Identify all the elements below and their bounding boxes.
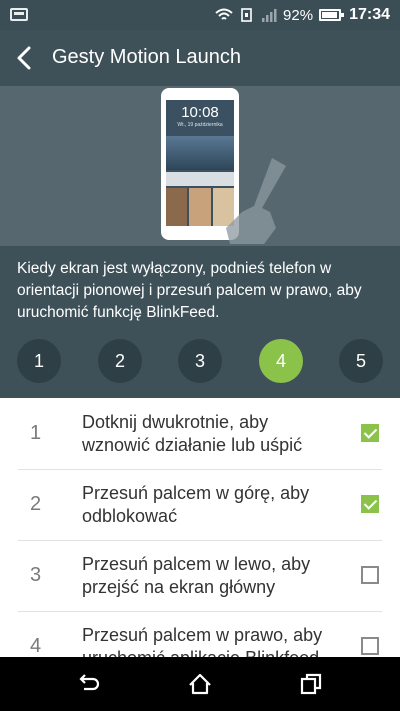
app-header: Gesty Motion Launch <box>0 30 400 86</box>
status-bar-right: 92% 17:34 <box>215 0 390 30</box>
recent-apps-icon[interactable] <box>298 671 324 697</box>
gesture-row[interactable]: 1 Dotknij dwukrotnie, aby wznowić działan… <box>18 398 382 470</box>
wifi-icon <box>215 8 233 20</box>
gesture-row[interactable]: 4 Przesuń palcem w prawo, aby uruchomić a… <box>18 611 382 657</box>
status-time: 17:34 <box>349 6 390 23</box>
instructions-text: Kiedy ekran jest wyłączony, podnieś tele… <box>17 260 362 321</box>
finger-hand-icon <box>226 158 286 244</box>
screenshot-icon <box>10 8 28 21</box>
sim-icon <box>241 8 252 22</box>
back-nav-icon[interactable] <box>76 671 102 697</box>
gesture-label: Dotknij dwukrotnie, aby wznowić działani… <box>82 412 303 455</box>
gesture-checkbox[interactable] <box>361 424 379 442</box>
navigation-bar <box>0 657 400 711</box>
step-button-4[interactable]: 4 <box>259 339 303 383</box>
step-button-2[interactable]: 2 <box>98 339 142 383</box>
gesture-label: Przesuń palcem w lewo, aby przejść na ek… <box>82 554 311 597</box>
battery-percent: 92% <box>283 6 314 24</box>
gesture-checkbox[interactable] <box>361 637 379 655</box>
gesture-list: 1 Dotknij dwukrotnie, aby wznowić działan… <box>0 398 400 657</box>
illustration-clock: 10:08 <box>181 104 219 121</box>
status-bar: 92% 17:34 <box>0 0 400 30</box>
step-button-3[interactable]: 3 <box>178 339 222 383</box>
gesture-row[interactable]: 2 Przesuń palcem w górę, aby odblokować <box>18 469 382 541</box>
battery-fill <box>322 12 338 18</box>
battery-icon <box>319 9 345 21</box>
gesture-label: Przesuń palcem w górę, aby odblokować <box>82 483 310 526</box>
step-button-1[interactable]: 1 <box>17 339 61 383</box>
gesture-row[interactable]: 3 Przesuń palcem w lewo, aby przejść na e… <box>18 540 382 612</box>
gesture-number: 4 <box>30 635 42 657</box>
gesture-number: 3 <box>30 564 42 586</box>
illustration-date: Wt., 19 października <box>177 122 223 128</box>
signal-icon <box>262 9 277 22</box>
page-title: Gesty Motion Launch <box>52 46 241 68</box>
gesture-checkbox[interactable] <box>361 495 379 513</box>
gesture-number: 1 <box>30 422 42 444</box>
gesture-label: Przesuń palcem w prawo, aby uruchomić ap… <box>82 625 323 657</box>
gesture-number: 2 <box>30 493 42 515</box>
gesture-illustration: 10:08 Wt., 19 października <box>0 86 400 246</box>
step-button-5[interactable]: 5 <box>339 339 383 383</box>
gesture-checkbox[interactable] <box>361 566 379 584</box>
home-nav-icon[interactable] <box>187 671 213 697</box>
back-arrow-icon[interactable] <box>10 42 42 74</box>
